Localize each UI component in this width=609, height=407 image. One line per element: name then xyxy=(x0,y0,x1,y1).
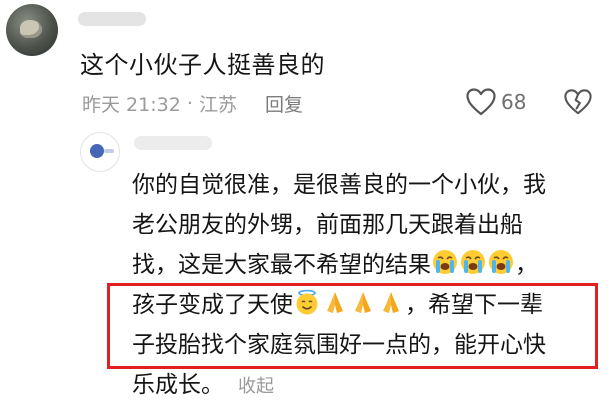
like-count: 68 xyxy=(501,90,527,114)
comment-time: 昨天 21:32 xyxy=(82,94,181,116)
reply-line: 子投胎找个家庭氛围好一点的，能开心快 xyxy=(132,332,546,358)
like-button[interactable]: 68 xyxy=(466,88,526,116)
comment-location: 江苏 xyxy=(198,94,237,116)
loudly-crying-face-emoji xyxy=(461,250,485,274)
folded-hands-emoji xyxy=(327,292,343,313)
heart-outline-icon xyxy=(466,88,496,116)
dislike-button[interactable] xyxy=(564,88,592,116)
reply-line: 孩子变成了天使 ，希望下一辈 xyxy=(132,285,602,325)
reply-text: 你的自觉很准，是很善良的一个小伙，我 老公朋友的外甥，前面那几天跟着出船 找，这… xyxy=(132,165,602,405)
reply-line-text: 找，这是大家最不希望的结果 xyxy=(132,252,431,278)
reply-line: 老公朋友的外甥，前面那几天跟着出船 xyxy=(132,212,523,238)
replier-avatar[interactable] xyxy=(80,132,120,172)
avatar-logo-text xyxy=(104,149,114,153)
comment-meta: 昨天 21:32 · 江苏 xyxy=(82,90,237,117)
smiling-face-with-halo-emoji xyxy=(296,289,318,315)
replier-username-blurred[interactable] xyxy=(134,136,212,150)
reply-line: 你的自觉很准，是很善良的一个小伙，我 xyxy=(132,172,546,198)
broken-heart-icon xyxy=(564,89,592,115)
loudly-crying-face-emoji xyxy=(433,250,457,274)
reply-line-text: 孩子变成了天使 xyxy=(132,292,293,318)
avatar-logo-mark xyxy=(90,144,104,158)
meta-separator: · xyxy=(186,92,193,115)
commenter-avatar[interactable] xyxy=(6,4,58,56)
collapse-button[interactable]: 收起 xyxy=(238,376,274,397)
comment-text: 这个小伙子人挺善良的 xyxy=(80,51,325,79)
folded-hands-emoji xyxy=(355,292,371,313)
reply-line: 乐成长。 收起 xyxy=(132,365,602,405)
reply-line-text: 乐成长。 xyxy=(132,372,224,398)
folded-hands-emoji xyxy=(383,292,399,313)
reply-line: 找，这是大家最不希望的结果 ， xyxy=(132,245,602,285)
reply-button[interactable]: 回复 xyxy=(265,90,303,117)
loudly-crying-face-emoji xyxy=(489,250,513,274)
avatar-image xyxy=(20,20,42,38)
reply-line-text: ，希望下一辈 xyxy=(405,292,543,318)
commenter-username-blurred[interactable] xyxy=(78,12,146,26)
reply-line-text: ， xyxy=(515,252,538,278)
